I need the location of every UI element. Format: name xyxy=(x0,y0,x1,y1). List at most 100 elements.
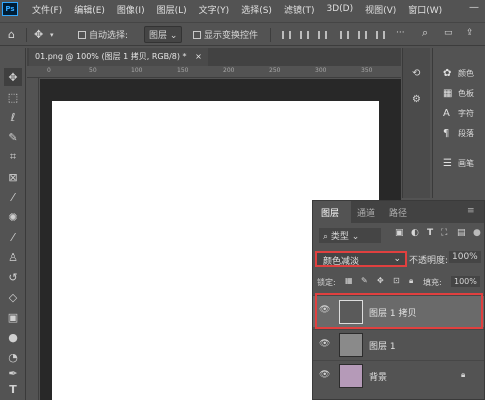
dock-item-character[interactable]: A 字符 xyxy=(443,108,474,119)
type-tool-icon[interactable]: T xyxy=(4,380,22,398)
blur-tool-icon[interactable]: ● xyxy=(4,328,22,346)
grid-icon: ▦ xyxy=(443,88,453,99)
layer-row-layer1[interactable]: 👁︎ 图层 1 xyxy=(313,329,484,359)
layer-thumbnail xyxy=(339,364,363,388)
more-options-button[interactable]: ··· xyxy=(396,28,405,38)
document-tab[interactable]: 01.png @ 100% (图层 1 拷贝, RGB/8) * × xyxy=(29,48,208,66)
ruler-tick: 100 xyxy=(131,67,143,74)
home-icon[interactable]: ⌂ xyxy=(8,28,15,41)
photoshop-logo: Ps xyxy=(2,2,18,16)
history-icon[interactable]: ⟲ xyxy=(412,68,420,79)
menu-layer[interactable]: 图层(L) xyxy=(157,3,187,16)
menu-image[interactable]: 图像(I) xyxy=(117,3,145,16)
eraser-tool-icon[interactable]: ◇ xyxy=(4,288,22,306)
chevron-down-icon[interactable]: ▾ xyxy=(50,31,54,39)
tab-channels[interactable]: 通道 xyxy=(357,206,375,219)
tools-panel: ✥ ⬚ ℓ ✎ ⌗ ⊠ ⁄ ✺ ⁄ ♙ ↺ ◇ ▣ ● ◔ ✒ T xyxy=(0,48,26,400)
filter-type-dropdown[interactable]: ⌕ 类型 ⌄ xyxy=(319,228,381,243)
align-top-icon[interactable] xyxy=(340,31,349,39)
layers-panel-tabs: 图层 通道 路径 ≡ xyxy=(313,201,484,223)
stamp-tool-icon[interactable]: ♙ xyxy=(4,248,22,266)
auto-select-dropdown[interactable]: 图层 ⌄ xyxy=(144,26,183,43)
dock-item-color[interactable]: ✿ 颜色 xyxy=(443,68,474,79)
lock-pixels-icon[interactable]: ✎ xyxy=(361,276,368,285)
lock-position-icon[interactable]: ✥ xyxy=(377,276,384,285)
share-icon[interactable]: ⇪ xyxy=(466,28,474,38)
healing-brush-icon[interactable]: ✺ xyxy=(4,208,22,226)
layer-filter-row: ⌕ 类型 ⌄ ▣ ◐ T ⛶ ▤ ● xyxy=(317,227,483,243)
menu-select[interactable]: 选择(S) xyxy=(241,3,272,16)
marquee-tool-icon[interactable]: ⬚ xyxy=(4,88,22,106)
align-right-icon[interactable] xyxy=(318,31,327,39)
lock-all-icon[interactable]: 🔒︎ xyxy=(409,276,413,286)
quick-select-tool-icon[interactable]: ✎ xyxy=(4,128,22,146)
panel-dock: ✿ 颜色 ▦ 色板 A 字符 ¶ 段落 ☰ 画笔 xyxy=(432,48,485,198)
menu-filter[interactable]: 滤镜(T) xyxy=(284,3,315,16)
gradient-tool-icon[interactable]: ▣ xyxy=(4,308,22,326)
align-center-icon[interactable] xyxy=(300,31,309,39)
lock-row: 锁定: ▦ ✎ ✥ ⊡ 🔒︎ 填充: 100% xyxy=(313,275,484,291)
tab-paths[interactable]: 路径 xyxy=(389,206,407,219)
lock-transparent-icon[interactable]: ▦ xyxy=(345,276,353,285)
menu-window[interactable]: 窗口(W) xyxy=(408,3,442,16)
move-tool-icon[interactable]: ✥ xyxy=(4,68,22,86)
filter-toggle-icon[interactable]: ● xyxy=(473,228,481,238)
filter-smart-object-icon[interactable]: ▤ xyxy=(457,228,466,238)
ruler-horizontal: 0 50 100 150 200 250 300 350 xyxy=(27,66,401,78)
menu-3d[interactable]: 3D(D) xyxy=(326,4,353,14)
menu-view[interactable]: 视图(V) xyxy=(365,3,396,16)
dock-item-brush[interactable]: ☰ 画笔 xyxy=(443,158,474,169)
align-middle-icon[interactable] xyxy=(358,31,367,39)
ruler-tick: 300 xyxy=(315,67,327,74)
blend-row: 颜色减淡 ⌄ 不透明度: 100% xyxy=(313,249,484,269)
menu-file[interactable]: 文件(F) xyxy=(32,3,62,16)
eyedropper-tool-icon[interactable]: ⁄ xyxy=(4,188,22,206)
menu-type[interactable]: 文字(Y) xyxy=(199,3,230,16)
menu-edit[interactable]: 编辑(E) xyxy=(74,3,105,16)
dock-item-swatches[interactable]: ▦ 色板 xyxy=(443,88,474,99)
history-brush-icon[interactable]: ↺ xyxy=(4,268,22,286)
filter-shape-icon[interactable]: ⛶ xyxy=(441,228,447,238)
layer-name[interactable]: 背景 xyxy=(369,370,387,383)
opacity-input[interactable]: 100% xyxy=(449,251,481,263)
blend-mode-dropdown[interactable]: 颜色减淡 ⌄ xyxy=(315,251,407,267)
search-icon[interactable]: ⌕ xyxy=(422,26,428,40)
workspace-icon[interactable]: ▭ xyxy=(444,28,453,38)
minimize-button[interactable]: — xyxy=(469,2,479,13)
frame-tool-icon[interactable]: ⊠ xyxy=(4,168,22,186)
ruler-tick: 350 xyxy=(361,67,373,74)
lock-artboard-icon[interactable]: ⊡ xyxy=(393,276,400,285)
fill-input[interactable]: 100% xyxy=(451,276,480,287)
fill-label: 填充: xyxy=(423,278,442,287)
layer-name[interactable]: 图层 1 xyxy=(369,339,396,352)
lock-icon: 🔒︎ xyxy=(461,370,466,379)
filter-type-icon[interactable]: T xyxy=(427,228,433,238)
visibility-eye-icon[interactable]: 👁︎ xyxy=(319,370,331,380)
show-transform-checkbox[interactable]: 显示变换控件 xyxy=(193,28,258,41)
crop-tool-icon[interactable]: ⌗ xyxy=(4,148,22,166)
collapsed-panel-strip: ⟲ ⚙ xyxy=(402,48,430,198)
layer-row-background[interactable]: 👁︎ 背景 🔒︎ xyxy=(313,360,484,390)
palette-icon: ✿ xyxy=(443,68,452,79)
visibility-eye-icon[interactable]: 👁︎ xyxy=(319,339,331,349)
panel-menu-icon[interactable]: ≡ xyxy=(467,206,475,216)
close-icon[interactable]: × xyxy=(195,52,202,61)
filter-adjustment-icon[interactable]: ◐ xyxy=(411,228,419,238)
dock-item-paragraph[interactable]: ¶ 段落 xyxy=(443,128,474,139)
move-tool-icon[interactable]: ✥ xyxy=(34,28,43,41)
ruler-tick: 200 xyxy=(223,67,235,74)
lasso-tool-icon[interactable]: ℓ xyxy=(4,108,22,126)
align-bottom-icon[interactable] xyxy=(376,31,385,39)
options-bar: ⌂ ✥ ▾ 自动选择: 图层 ⌄ 显示变换控件 ··· ⌕ ▭ ⇪ xyxy=(0,22,485,46)
properties-icon[interactable]: ⚙ xyxy=(412,94,421,105)
layers-panel: 图层 通道 路径 ≡ ⌕ 类型 ⌄ ▣ ◐ T ⛶ ▤ ● 颜色减淡 ⌄ 不透明度… xyxy=(312,200,485,400)
layer-thumbnail xyxy=(339,333,363,357)
ruler-tick: 50 xyxy=(89,67,97,74)
auto-select-checkbox[interactable]: 自动选择: xyxy=(78,28,128,41)
brush-tool-icon[interactable]: ⁄ xyxy=(4,228,22,246)
filter-pixel-icon[interactable]: ▣ xyxy=(395,228,404,238)
tab-layers[interactable]: 图层 xyxy=(321,206,339,219)
align-left-icon[interactable] xyxy=(282,31,291,39)
type-icon: A xyxy=(443,108,450,119)
auto-select-label: 自动选择: xyxy=(89,31,129,41)
